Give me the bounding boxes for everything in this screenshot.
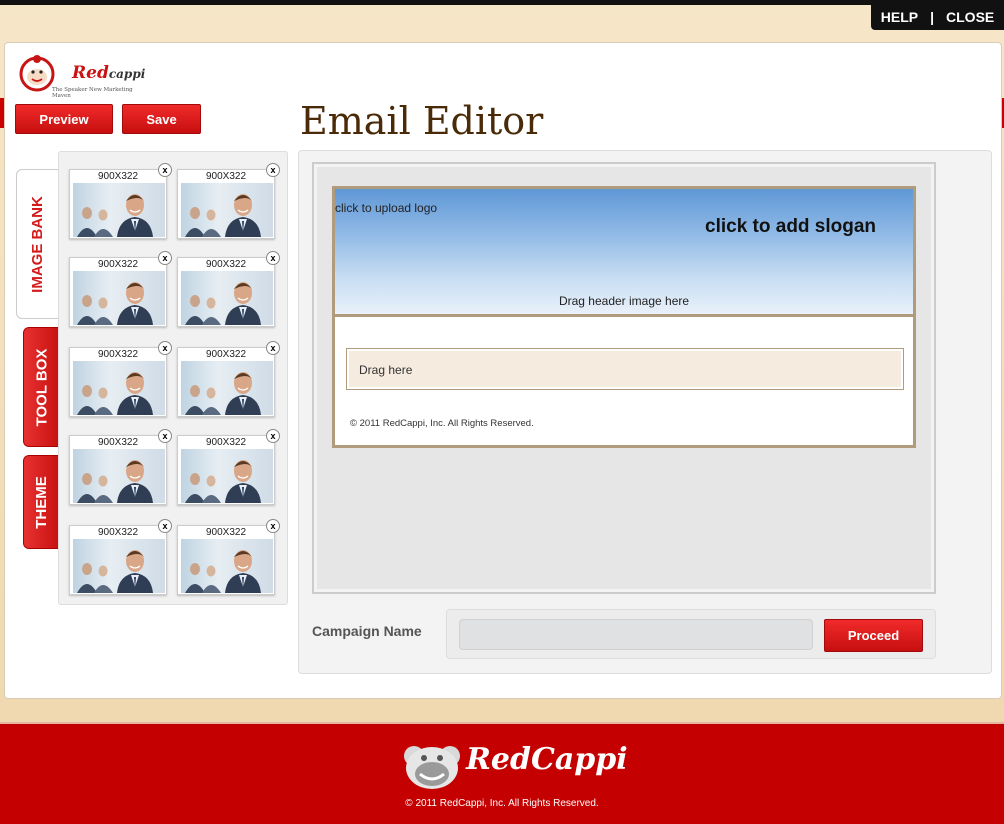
businessman-photo (73, 539, 165, 593)
upload-logo-link[interactable]: click to upload logo (335, 201, 437, 215)
email-header-dropzone[interactable]: click to upload logo click to add slogan… (335, 189, 913, 317)
image-thumbnail[interactable]: 900X322 x (69, 163, 172, 239)
image-size-label: 900X322 (205, 437, 247, 448)
remove-image-icon[interactable]: x (266, 519, 280, 533)
businessman-photo (73, 449, 165, 503)
image-size-label: 900X322 (205, 527, 247, 538)
tab-theme-label: THEME (33, 475, 50, 529)
logo-wordmark: Redcappi (72, 63, 146, 83)
tab-tool-box-label: TOOL BOX (33, 348, 51, 426)
image-thumbnail[interactable]: 900X322 x (177, 163, 280, 239)
tab-theme[interactable]: THEME (23, 455, 59, 549)
businessman-photo (73, 271, 165, 325)
email-template: click to upload logo click to add slogan… (332, 186, 916, 448)
remove-image-icon[interactable]: x (158, 519, 172, 533)
remove-image-icon[interactable]: x (266, 251, 280, 265)
campaign-name-bar: Proceed (446, 609, 936, 659)
image-size-label: 900X322 (205, 171, 247, 182)
image-size-label: 900X322 (97, 259, 139, 270)
businessman-photo (181, 183, 273, 237)
monkey-logo-icon (404, 746, 460, 789)
remove-image-icon[interactable]: x (266, 429, 280, 443)
save-button[interactable]: Save (122, 104, 201, 134)
preview-button[interactable]: Preview (15, 104, 113, 134)
redcappi-logo: Redcappi The Speaker New Marketing Maven (16, 51, 151, 99)
image-thumbnail[interactable]: 900X322 x (69, 341, 172, 417)
nav-separator: | (930, 9, 935, 25)
email-copyright: © 2011 RedCappi, Inc. All Rights Reserve… (350, 418, 534, 429)
footer-copyright: © 2011 RedCappi, Inc. All Rights Reserve… (405, 798, 599, 809)
image-thumbnail[interactable]: 900X322 x (69, 251, 172, 327)
content-dropzone[interactable]: Drag here (346, 348, 904, 390)
image-size-label: 900X322 (97, 171, 139, 182)
remove-image-icon[interactable]: x (158, 429, 172, 443)
add-slogan-link[interactable]: click to add slogan (705, 216, 876, 238)
page-title: Email Editor (300, 99, 544, 143)
image-thumbnail[interactable]: 900X322 x (177, 251, 280, 327)
businessman-photo (181, 449, 273, 503)
image-thumbnail[interactable]: 900X322 x (69, 429, 172, 505)
image-size-label: 900X322 (205, 349, 247, 360)
businessman-photo (181, 271, 273, 325)
tab-image-bank-label: IMAGE BANK (29, 195, 47, 293)
image-size-label: 900X322 (97, 527, 139, 538)
businessman-photo (181, 539, 273, 593)
image-size-label: 900X322 (205, 259, 247, 270)
image-thumbnail[interactable]: 900X322 x (69, 519, 172, 595)
tab-image-bank[interactable]: IMAGE BANK (16, 169, 58, 319)
remove-image-icon[interactable]: x (158, 163, 172, 177)
tab-tool-box[interactable]: TOOL BOX (23, 327, 59, 447)
image-size-label: 900X322 (97, 437, 139, 448)
drag-header-hint: Drag header image here (558, 294, 690, 308)
campaign-name-input[interactable] (459, 619, 813, 650)
top-nav: HELP | CLOSE (871, 4, 1004, 30)
main-panel: Redcappi The Speaker New Marketing Maven… (4, 42, 1002, 699)
footer-brand: RedCappi (466, 742, 628, 777)
email-canvas: click to upload logo click to add slogan… (312, 162, 936, 594)
businessman-photo (181, 361, 273, 415)
remove-image-icon[interactable]: x (158, 341, 172, 355)
logo-tagline: The Speaker New Marketing Maven (52, 87, 133, 99)
campaign-name-label: Campaign Name (312, 623, 422, 639)
remove-image-icon[interactable]: x (266, 341, 280, 355)
businessman-photo (73, 183, 165, 237)
image-thumbnail[interactable]: 900X322 x (177, 519, 280, 595)
editor-area: click to upload logo click to add slogan… (298, 150, 992, 674)
image-bank-panel: 900X322 x 900X322 x 900X322 x 900X322 x … (58, 151, 288, 605)
businessman-photo (73, 361, 165, 415)
close-link[interactable]: CLOSE (946, 9, 994, 25)
image-size-label: 900X322 (97, 349, 139, 360)
image-thumbnail[interactable]: 900X322 x (177, 429, 280, 505)
remove-image-icon[interactable]: x (158, 251, 172, 265)
proceed-button[interactable]: Proceed (824, 619, 923, 652)
help-link[interactable]: HELP (881, 9, 918, 25)
remove-image-icon[interactable]: x (266, 163, 280, 177)
image-thumbnail[interactable]: 900X322 x (177, 341, 280, 417)
footer: RedCappi © 2011 RedCappi, Inc. All Right… (0, 722, 1004, 824)
top-border (0, 0, 1004, 5)
